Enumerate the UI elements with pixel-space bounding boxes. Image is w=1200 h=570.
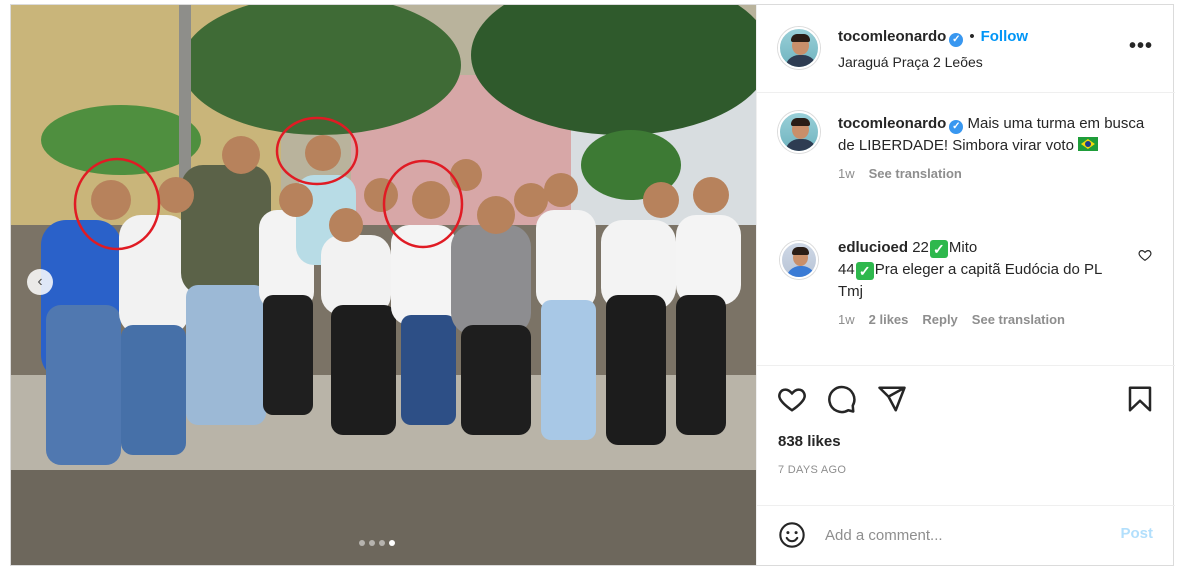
more-options-icon[interactable]: ••• (1129, 35, 1153, 58)
carousel-dots (359, 540, 395, 546)
chevron-left-icon[interactable]: ‹ (27, 269, 53, 295)
carousel-dot[interactable] (379, 540, 385, 546)
avatar[interactable] (778, 27, 820, 69)
username-link[interactable]: tocomleonardo (838, 28, 946, 45)
comment-text-part: Tmj (838, 283, 863, 300)
verified-badge-icon: ✓ (949, 120, 964, 134)
post-side-panel: tocomleonardo ✓ • Follow Jaraguá Praça 2 Le… (756, 5, 1175, 565)
instagram-post: ‹ tocomleonardo ✓ • Follow Jaraguá Praça 2 … (10, 4, 1175, 566)
carousel-dot[interactable] (369, 540, 375, 546)
post-date: 7 DAYS AGO (778, 464, 847, 476)
see-translation-link[interactable]: See translation (869, 166, 962, 181)
comment-time: 1w (838, 312, 855, 327)
check-mark-icon: ✓ (929, 240, 948, 258)
comment-text-part: Mito (948, 239, 978, 256)
comment-like-heart-icon[interactable] (1138, 248, 1152, 262)
likes-count[interactable]: 838 likes (778, 433, 841, 450)
save-icon[interactable] (1125, 384, 1155, 414)
comment-input[interactable] (825, 522, 1095, 548)
post-comment-button[interactable]: Post (1120, 525, 1153, 542)
post-photo[interactable]: ‹ (11, 5, 756, 565)
comment-icon[interactable] (827, 384, 857, 414)
check-mark-icon: ✓ (855, 262, 874, 280)
verified-badge-icon: ✓ (949, 33, 964, 47)
comment-text-part: 44 (838, 261, 855, 278)
add-comment-bar: Post (757, 505, 1175, 565)
caption-avatar[interactable] (778, 111, 820, 153)
brazil-flag-icon (1077, 137, 1098, 151)
separator-bullet: • (969, 28, 975, 45)
action-bar: 838 likes 7 DAYS AGO (757, 365, 1175, 505)
comment-text-part: 22 (912, 239, 929, 256)
heart-icon[interactable] (777, 384, 807, 414)
commenter-avatar[interactable] (780, 241, 818, 279)
location-link[interactable]: Jaraguá Praça 2 Leões (838, 54, 983, 70)
caption-time: 1w (838, 166, 855, 181)
see-translation-link[interactable]: See translation (972, 312, 1065, 327)
emoji-icon[interactable] (778, 521, 806, 549)
follow-button[interactable]: Follow (981, 28, 1029, 45)
comment-likes[interactable]: 2 likes (869, 312, 909, 327)
share-icon[interactable] (877, 384, 907, 414)
comment-username[interactable]: edlucioed (838, 239, 908, 256)
reply-button[interactable]: Reply (922, 312, 957, 327)
carousel-dot-active[interactable] (389, 540, 395, 546)
carousel-dot[interactable] (359, 540, 365, 546)
comment-item: edlucioed 22 ✓ Mito 44 ✓ Pra eleger a capitã… (838, 237, 1138, 327)
post-header: tocomleonardo ✓ • Follow Jaraguá Praça 2 Le… (757, 5, 1175, 93)
group-photo-illustration (11, 5, 756, 565)
caption-username[interactable]: tocomleonardo (838, 115, 946, 132)
caption: tocomleonardo ✓ Mais uma turma em busca d… (838, 113, 1148, 181)
comment-text-part: Pra eleger a capitã Eudócia do PL (874, 261, 1103, 278)
